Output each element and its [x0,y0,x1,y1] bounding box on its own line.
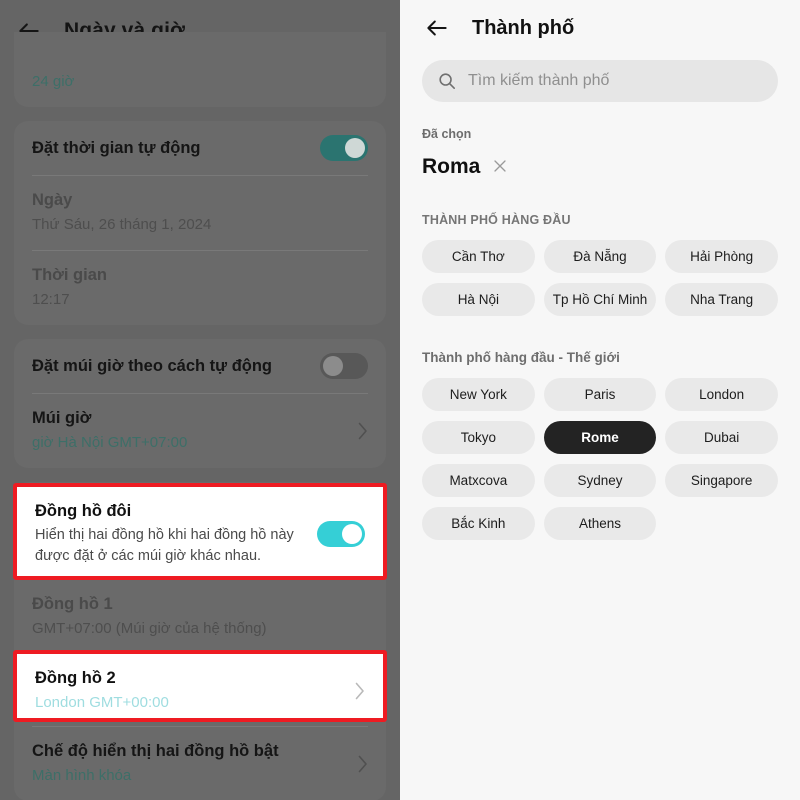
selected-city-name: Roma [422,155,481,178]
clock2-value: London GMT+00:00 [35,694,169,712]
display-mode-row[interactable]: Chế độ hiển thị hai đồng hồ bật Màn hình… [14,726,386,800]
back-arrow-icon[interactable] [424,15,450,41]
auto-time-toggle[interactable] [320,135,368,162]
chevron-right-icon [358,755,367,772]
dual-clock-row[interactable]: Đồng hồ đôi Hiển thị hai đồng hồ khi hai… [17,487,383,580]
time-format-row[interactable]: 24 giờ [14,32,386,107]
auto-timezone-label: Đặt múi giờ theo cách tự động [32,356,273,375]
city-chip[interactable]: Dubai [665,421,778,454]
city-chip[interactable]: Hà Nội [422,283,535,316]
app-screen: Ngày và giờ 24 giờ Đặt thời gian tự động [0,0,800,800]
city-search-bar[interactable]: Tìm kiếm thành phố [422,60,778,102]
clock1-label: Đồng hồ 1 [32,595,113,614]
clock1-row[interactable]: Đồng hồ 1 GMT+07:00 (Múi giờ của hệ thốn… [14,579,386,654]
date-label: Ngày [32,191,73,210]
timezone-value: giờ Hà Nội GMT+07:00 [32,434,188,452]
city-chip[interactable]: London [665,378,778,411]
right-panel-header: Thành phố [422,0,778,56]
city-chip[interactable]: Athens [543,507,657,540]
auto-time-card: Đặt thời gian tự động Ngày Thứ Sáu, 26 t… [14,121,386,326]
city-picker-panel: Thành phố Tìm kiếm thành phố Đã chọn Rom… [400,0,800,800]
time-format-card[interactable]: 24 giờ [14,32,386,108]
city-chip[interactable]: Đà Nẵng [543,240,657,273]
display-mode-label: Chế độ hiển thị hai đồng hồ bật [32,742,279,761]
city-chip[interactable]: Nha Trang [665,283,778,316]
chevron-right-icon [358,422,367,439]
time-label: Thời gian [32,266,107,285]
city-chip[interactable]: New York [422,378,535,411]
clock2-row[interactable]: Đồng hồ 2 London GMT+00:00 [17,654,383,727]
selected-section-label: Đã chọn [422,127,472,141]
city-chip[interactable]: Bắc Kinh [422,507,535,540]
dual-clock-toggle[interactable] [317,520,365,547]
top-cities-chip-grid: Cần Thơ Đà Nẵng Hải Phòng Hà Nội Tp Hồ C… [422,240,778,316]
search-input[interactable]: Tìm kiếm thành phố [468,72,609,90]
date-row[interactable]: Ngày Thứ Sáu, 26 tháng 1, 2024 [14,175,386,250]
time-row[interactable]: Thời gian 12:17 [14,250,386,325]
clock2-label: Đồng hồ 2 [35,669,116,687]
city-chip[interactable]: Singapore [665,464,778,497]
dual-clock-description: Hiển thị hai đồng hồ khi hai đồng hồ này… [35,527,294,565]
auto-time-label: Đặt thời gian tự động [32,138,201,157]
clock2-highlight[interactable]: Đồng hồ 2 London GMT+00:00 [13,650,387,722]
auto-timezone-card: Đặt múi giờ theo cách tự động Múi giờ gi… [14,339,386,469]
city-chip[interactable]: Paris [543,378,657,411]
world-cities-chip-grid: New York Paris London Tokyo Rome Dubai M… [422,378,778,540]
clock1-value: GMT+07:00 (Múi giờ của hệ thống) [32,620,267,638]
top-cities-title: THÀNH PHỐ HÀNG ĐẦU [422,213,571,227]
city-chip[interactable]: Matxcova [422,464,535,497]
date-time-settings-panel: Ngày và giờ 24 giờ Đặt thời gian tự động [0,0,400,800]
time-format-value: 24 giờ [32,73,75,91]
city-page-title: Thành phố [472,16,575,39]
time-value: 12:17 [32,291,70,309]
dual-clock-highlight[interactable]: Đồng hồ đôi Hiển thị hai đồng hồ khi hai… [13,483,387,580]
chevron-right-icon [355,682,364,699]
display-mode-value: Màn hình khóa [32,767,132,785]
timezone-row[interactable]: Múi giờ giờ Hà Nội GMT+07:00 [14,393,386,468]
world-cities-title: Thành phố hàng đầu - Thế giới [422,350,620,365]
dual-clock-label: Đồng hồ đôi [35,502,132,520]
city-chip[interactable]: Sydney [543,464,657,497]
date-value: Thứ Sáu, 26 tháng 1, 2024 [32,216,212,234]
city-chip[interactable]: Tp Hồ Chí Minh [543,283,657,316]
auto-timezone-toggle[interactable] [320,353,368,380]
city-chip[interactable]: Hải Phòng [665,240,778,273]
timezone-label: Múi giờ [32,409,92,428]
city-chip[interactable]: Tokyo [422,421,535,454]
auto-timezone-row[interactable]: Đặt múi giờ theo cách tự động [14,339,386,393]
city-chip[interactable]: Cần Thơ [422,240,535,273]
close-icon[interactable] [493,159,507,173]
search-icon [439,73,455,89]
selected-city-row: Roma [422,155,778,179]
auto-time-row[interactable]: Đặt thời gian tự động [14,121,386,175]
chip-grid-spacer [665,507,778,540]
city-chip-selected[interactable]: Rome [543,421,657,454]
